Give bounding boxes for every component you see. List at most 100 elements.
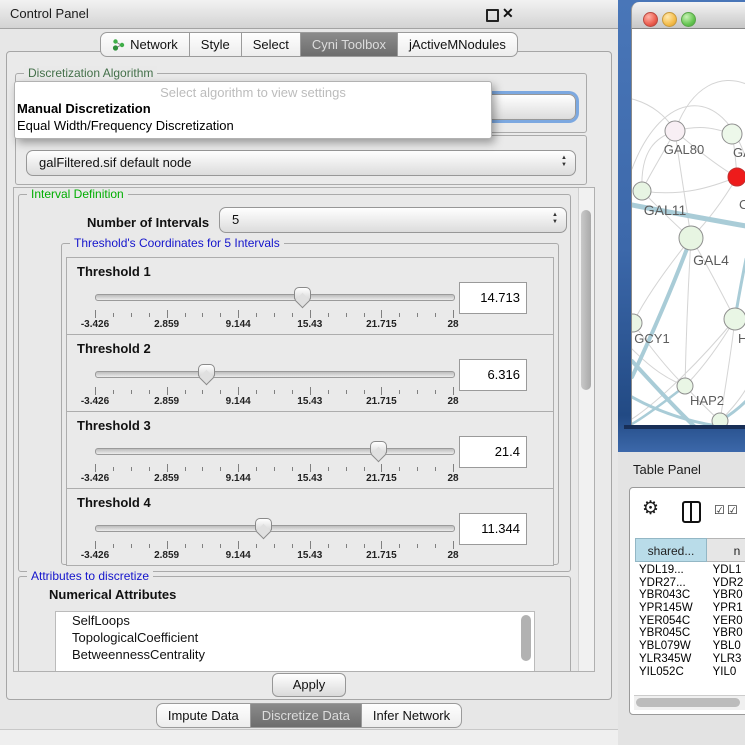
float-window-icon[interactable] bbox=[486, 9, 499, 22]
network-node-c[interactable] bbox=[728, 168, 745, 186]
threshold-slider[interactable]: -3.4262.8599.14415.4321.71528 bbox=[95, 286, 453, 332]
network-node-hap2[interactable] bbox=[677, 378, 693, 394]
attributes-scrollbar-thumb[interactable] bbox=[521, 615, 531, 661]
network-edge[interactable] bbox=[642, 177, 737, 193]
network-node-h[interactable] bbox=[724, 308, 745, 330]
table-horizontal-scrollbar[interactable] bbox=[634, 695, 745, 710]
network-node-label: GA bbox=[733, 145, 745, 160]
threshold-slider[interactable]: -3.4262.8599.14415.4321.71528 bbox=[95, 517, 453, 563]
table-data-combobox[interactable]: galFiltered.sif default node ▲▼ bbox=[26, 150, 576, 176]
network-edge[interactable] bbox=[675, 80, 745, 131]
network-edge[interactable] bbox=[685, 238, 691, 386]
slider-handle-tip bbox=[199, 370, 215, 386]
table-row[interactable]: YBR043CYBR0 bbox=[635, 589, 745, 602]
tab-style[interactable]: Style bbox=[190, 32, 242, 57]
tab-jactivemnodules[interactable]: jActiveMNodules bbox=[398, 32, 518, 57]
network-node-gal80[interactable] bbox=[665, 121, 685, 141]
tab-label: jActiveMNodules bbox=[409, 37, 506, 52]
threshold-slider[interactable]: -3.4262.8599.14415.4321.71528 bbox=[95, 440, 453, 486]
tick-label: 28 bbox=[447, 550, 458, 561]
tick-mark bbox=[220, 544, 221, 548]
number-of-intervals-combobox[interactable]: 5 ▲▼ bbox=[219, 207, 567, 233]
slider-handle[interactable] bbox=[294, 287, 311, 300]
slider-track[interactable] bbox=[95, 525, 455, 532]
column-header-shared[interactable]: shared... bbox=[635, 538, 707, 562]
tab-select[interactable]: Select bbox=[242, 32, 301, 57]
table-row[interactable]: YBR045CYBR0 bbox=[635, 627, 745, 640]
cyni-toolbox-panel: Discretization Algorithm Select algorith… bbox=[6, 51, 612, 700]
threshold-value-field[interactable]: 14.713 bbox=[459, 282, 527, 314]
slider-track[interactable] bbox=[95, 294, 455, 301]
numerical-attributes-list[interactable]: SelfLoopsTopologicalCoefficientBetweenne… bbox=[55, 611, 535, 672]
settings-scrollbar-thumb[interactable] bbox=[581, 210, 591, 390]
slider-ticks bbox=[95, 541, 453, 549]
tab-network[interactable]: Network bbox=[100, 32, 190, 57]
slider-track[interactable] bbox=[95, 448, 455, 455]
table-hscrollbar-thumb[interactable] bbox=[636, 698, 740, 707]
slider-handle[interactable] bbox=[255, 518, 272, 531]
tick-mark bbox=[220, 467, 221, 471]
algorithm-option-equal-width-frequency-discretization[interactable]: Equal Width/Frequency Discretization bbox=[15, 117, 491, 134]
tab-cyni-toolbox[interactable]: Cyni Toolbox bbox=[301, 32, 398, 57]
network-edge[interactable] bbox=[691, 238, 735, 319]
threshold-value-field[interactable]: 6.316 bbox=[459, 359, 527, 391]
gear-icon[interactable]: ⚙ bbox=[642, 497, 659, 520]
network-edge-thick[interactable] bbox=[632, 238, 691, 377]
network-node-gal11[interactable] bbox=[633, 182, 651, 200]
tick-mark bbox=[131, 467, 132, 471]
minimize-traffic-light-icon[interactable] bbox=[662, 12, 677, 27]
table-row[interactable]: YBL079WYBL0 bbox=[635, 640, 745, 653]
threshold-value-field[interactable]: 21.4 bbox=[459, 436, 527, 468]
tick-mark bbox=[399, 313, 400, 317]
tick-mark bbox=[95, 310, 96, 318]
slider-track[interactable] bbox=[95, 371, 455, 378]
tick-label: 21.715 bbox=[366, 396, 397, 407]
tick-mark bbox=[167, 464, 168, 472]
cell-shared-name: YIL052C bbox=[635, 666, 707, 679]
table-row[interactable]: YDR27...YDR2 bbox=[635, 577, 745, 590]
network-node-ga[interactable] bbox=[722, 124, 742, 144]
tab-discretize-data[interactable]: Discretize Data bbox=[251, 703, 362, 728]
table-row[interactable]: YLR345WYLR3 bbox=[635, 653, 745, 666]
tab-impute-data[interactable]: Impute Data bbox=[156, 703, 251, 728]
settings-vertical-scrollbar[interactable] bbox=[578, 188, 594, 671]
slider-handle[interactable] bbox=[198, 364, 215, 377]
column-layout-icon[interactable] bbox=[682, 501, 701, 523]
attribute-item-topologicalcoefficient[interactable]: TopologicalCoefficient bbox=[56, 629, 534, 646]
tab-infer-network[interactable]: Infer Network bbox=[362, 703, 462, 728]
tick-mark bbox=[220, 313, 221, 317]
close-icon[interactable]: ✕ bbox=[502, 5, 514, 22]
slider-handle[interactable] bbox=[370, 441, 387, 454]
network-window-titlebar[interactable] bbox=[631, 2, 745, 29]
cell-shared-name: YBL079W bbox=[635, 640, 707, 653]
checkbox-icon[interactable]: ☑ bbox=[727, 503, 738, 517]
table-row[interactable]: YPR145WYPR1 bbox=[635, 602, 745, 615]
network-view-canvas[interactable]: GAL80GACGAL11GAL4GCY1HHAP2 bbox=[631, 29, 745, 425]
table-row[interactable]: YIL052CYIL0 bbox=[635, 666, 745, 679]
cell-name: YDL1 bbox=[707, 564, 745, 577]
tab-label: Network bbox=[130, 37, 178, 52]
cell-name: YER0 bbox=[707, 615, 745, 628]
attribute-item-selfloops[interactable]: SelfLoops bbox=[56, 612, 534, 629]
network-node-unnamed[interactable] bbox=[712, 413, 728, 425]
threshold-value-field[interactable]: 11.344 bbox=[459, 513, 527, 545]
column-header-n[interactable]: n bbox=[707, 538, 745, 562]
checkbox-icon[interactable]: ☑ bbox=[714, 503, 725, 517]
tick-label: 28 bbox=[447, 319, 458, 330]
network-node-gcy1[interactable] bbox=[632, 314, 642, 332]
cell-name: YDR2 bbox=[707, 577, 745, 590]
network-node-gal4[interactable] bbox=[679, 226, 703, 250]
table-row[interactable]: YDL19...YDL1 bbox=[635, 564, 745, 577]
zoom-traffic-light-icon[interactable] bbox=[681, 12, 696, 27]
attribute-item-betweennesscentrality[interactable]: BetweennessCentrality bbox=[56, 646, 534, 663]
tick-mark bbox=[292, 390, 293, 394]
table-row[interactable]: YER054CYER0 bbox=[635, 615, 745, 628]
combo-stepper-icon: ▲▼ bbox=[561, 155, 567, 169]
threshold-slider[interactable]: -3.4262.8599.14415.4321.71528 bbox=[95, 363, 453, 409]
cell-name: YLR3 bbox=[707, 653, 745, 666]
apply-button[interactable]: Apply bbox=[272, 673, 346, 697]
tick-mark bbox=[256, 390, 257, 394]
algorithm-option-manual-discretization[interactable]: Manual Discretization bbox=[15, 100, 491, 117]
tick-mark bbox=[113, 544, 114, 548]
close-traffic-light-icon[interactable] bbox=[643, 12, 658, 27]
